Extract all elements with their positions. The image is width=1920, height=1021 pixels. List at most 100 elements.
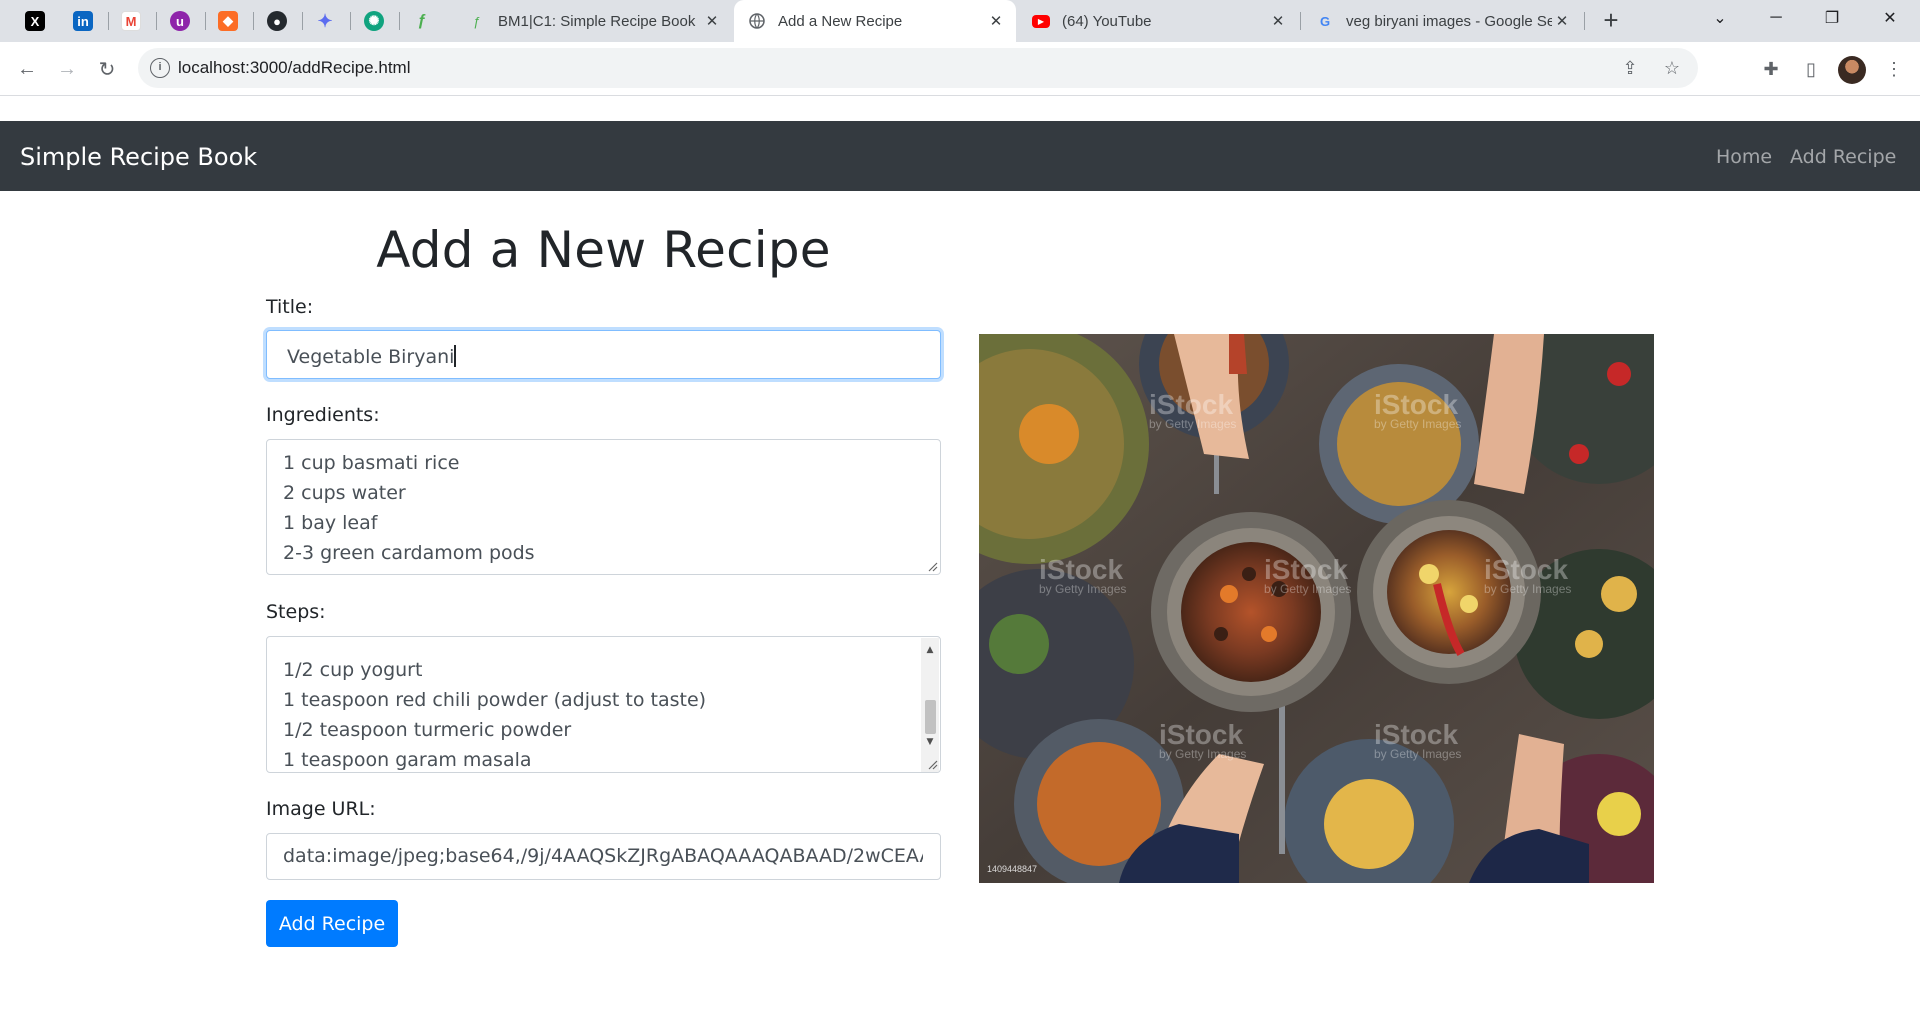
scrollbar-thumb[interactable]	[925, 700, 936, 734]
tab-separator	[399, 12, 400, 30]
globe-icon	[748, 12, 766, 30]
tab-separator	[108, 12, 109, 30]
clipped-line	[283, 637, 706, 655]
resize-handle-icon[interactable]	[926, 758, 938, 770]
bookmark-star-icon[interactable]: ☆	[1660, 56, 1684, 80]
github-icon: ●	[267, 11, 287, 31]
share-icon[interactable]: ⇪	[1618, 56, 1642, 80]
linkedin-icon: in	[73, 11, 93, 31]
tab-google-search[interactable]: G veg biryani images - Google Se ✕	[1302, 0, 1582, 42]
youtube-icon: ▶	[1032, 12, 1050, 30]
back-arrow-icon[interactable]: ←	[10, 52, 44, 86]
ingredients-lines: 1 cup basmati rice 2 cups water 1 bay le…	[283, 448, 535, 568]
runner-icon: ƒ	[417, 12, 427, 29]
tab-add-recipe[interactable]: Add a New Recipe ✕	[734, 0, 1016, 42]
pinned-tab-udemy[interactable]: u	[163, 7, 197, 35]
address-bar[interactable]: i localhost:3000/addRecipe.html ⇪ ☆	[138, 48, 1698, 88]
site-navbar: Simple Recipe Book Home Add Recipe	[0, 121, 1920, 191]
reload-icon[interactable]: ↻	[90, 52, 124, 86]
ingredient-line: 2 cups water	[283, 482, 406, 504]
title-label: Title:	[266, 296, 314, 318]
browser-tab-strip: X in M u ◆ ● ✦ ✺ ƒ ƒ BM1|C1: Simple Reci…	[0, 0, 1920, 42]
tab-close-icon[interactable]: ✕	[986, 11, 1006, 31]
ingredient-line: 1 bay leaf	[283, 512, 378, 534]
watermark: iStock by Getty Images	[1374, 389, 1462, 431]
pinned-tab-github[interactable]: ●	[260, 7, 294, 35]
tab-separator	[253, 12, 254, 30]
ingredients-label: Ingredients:	[266, 404, 380, 426]
browser-menu-icon[interactable]: ⋮	[1880, 55, 1908, 83]
image-url-input[interactable]: data:image/jpeg;base64,/9j/4AAQSkZJRgABA…	[266, 833, 941, 880]
title-input-value: Vegetable Biryani	[287, 345, 456, 368]
ingredients-textarea[interactable]: 1 cup basmati rice 2 cups water 1 bay le…	[266, 439, 941, 575]
pinned-tab-linkedin[interactable]: in	[66, 7, 100, 35]
steps-scrollbar[interactable]: ▲ ▼	[921, 638, 939, 772]
tab-label: BM1|C1: Simple Recipe Book	[498, 12, 696, 30]
image-url-label: Image URL:	[266, 798, 376, 820]
resize-handle-icon[interactable]	[926, 560, 938, 572]
pinned-tab-gemini[interactable]: ✦	[308, 7, 342, 35]
runner-icon: ƒ	[473, 13, 481, 29]
profile-avatar[interactable]	[1838, 56, 1866, 84]
add-recipe-button[interactable]: Add Recipe	[266, 900, 398, 947]
pinned-tab-gmail[interactable]: M	[114, 7, 148, 35]
site-info-icon[interactable]: i	[150, 58, 170, 78]
steps-label: Steps:	[266, 601, 326, 623]
title-input[interactable]: Vegetable Biryani	[266, 330, 941, 379]
steps-textarea[interactable]: 1/2 cup yogurt 1 teaspoon red chili powd…	[266, 636, 941, 773]
close-window-button[interactable]: ✕	[1862, 0, 1918, 36]
x-logo-icon: X	[25, 11, 45, 31]
food-table-photo	[979, 334, 1654, 883]
tab-separator	[1584, 12, 1585, 30]
tab-separator	[302, 12, 303, 30]
pinned-tab-x[interactable]: X	[18, 7, 52, 35]
tab-close-icon[interactable]: ✕	[1552, 11, 1572, 31]
page-title: Add a New Recipe	[376, 221, 831, 279]
chatgpt-icon: ✺	[364, 11, 384, 31]
minimize-button[interactable]: ─	[1748, 0, 1804, 36]
scroll-up-arrow-icon[interactable]: ▲	[921, 642, 939, 658]
tab-simple-recipe-book[interactable]: ƒ BM1|C1: Simple Recipe Book ✕	[454, 0, 732, 42]
udemy-icon: u	[170, 11, 190, 31]
gitlab-icon: ◆	[218, 11, 238, 31]
gemini-sparkle-icon: ✦	[317, 10, 333, 31]
watermark: iStock by Getty Images	[1484, 554, 1572, 596]
new-tab-button[interactable]: +	[1596, 7, 1626, 35]
tab-label: veg biryani images - Google Se	[1346, 12, 1552, 30]
watermark: iStock by Getty Images	[1264, 554, 1352, 596]
step-line: 1/2 cup yogurt	[283, 659, 423, 681]
tab-separator	[1300, 12, 1301, 30]
watermark: iStock by Getty Images	[1039, 554, 1127, 596]
tab-search-chevron-icon[interactable]: ⌄	[1692, 0, 1748, 36]
forward-arrow-icon[interactable]: →	[50, 52, 84, 86]
restore-button[interactable]: ❐	[1804, 0, 1860, 36]
tab-close-icon[interactable]: ✕	[1268, 11, 1288, 31]
pinned-tab-chatgpt[interactable]: ✺	[357, 7, 391, 35]
step-line: 1/2 teaspoon turmeric powder	[283, 719, 572, 741]
nav-link-home[interactable]: Home	[1716, 146, 1772, 168]
pinned-tab-gitlab[interactable]: ◆	[211, 7, 245, 35]
browser-toolbar: ← → ↻ i localhost:3000/addRecipe.html ⇪ …	[0, 42, 1920, 96]
watermark: iStock by Getty Images	[1149, 389, 1237, 431]
image-url-value: data:image/jpeg;base64,/9j/4AAQSkZJRgABA…	[283, 845, 923, 867]
gmail-icon: M	[121, 11, 141, 31]
address-url: localhost:3000/addRecipe.html	[178, 58, 411, 77]
scroll-down-arrow-icon[interactable]: ▼	[921, 734, 939, 750]
text-caret	[454, 345, 456, 367]
steps-lines: 1/2 cup yogurt 1 teaspoon red chili powd…	[283, 637, 707, 772]
ingredient-line: 2-3 green cardamom pods	[283, 542, 535, 564]
side-panel-icon[interactable]: ▯	[1797, 55, 1825, 83]
tab-label: Add a New Recipe	[778, 12, 903, 30]
extensions-puzzle-icon[interactable]: ✚	[1757, 55, 1785, 83]
nav-link-add-recipe[interactable]: Add Recipe	[1790, 146, 1896, 168]
google-icon: G	[1319, 13, 1331, 29]
navbar-brand[interactable]: Simple Recipe Book	[20, 143, 257, 171]
tab-youtube[interactable]: ▶ (64) YouTube ✕	[1018, 0, 1298, 42]
tab-separator	[350, 12, 351, 30]
watermark: iStock by Getty Images	[1374, 719, 1462, 761]
stock-id: 1409448847	[987, 864, 1038, 874]
step-line: 1 teaspoon red chili powder (adjust to t…	[283, 689, 707, 711]
pinned-tab-fx[interactable]: ƒ	[405, 7, 439, 35]
tab-close-icon[interactable]: ✕	[702, 11, 722, 31]
recipe-image-preview: iStock by Getty Images iStock by Getty Ima…	[979, 334, 1654, 883]
